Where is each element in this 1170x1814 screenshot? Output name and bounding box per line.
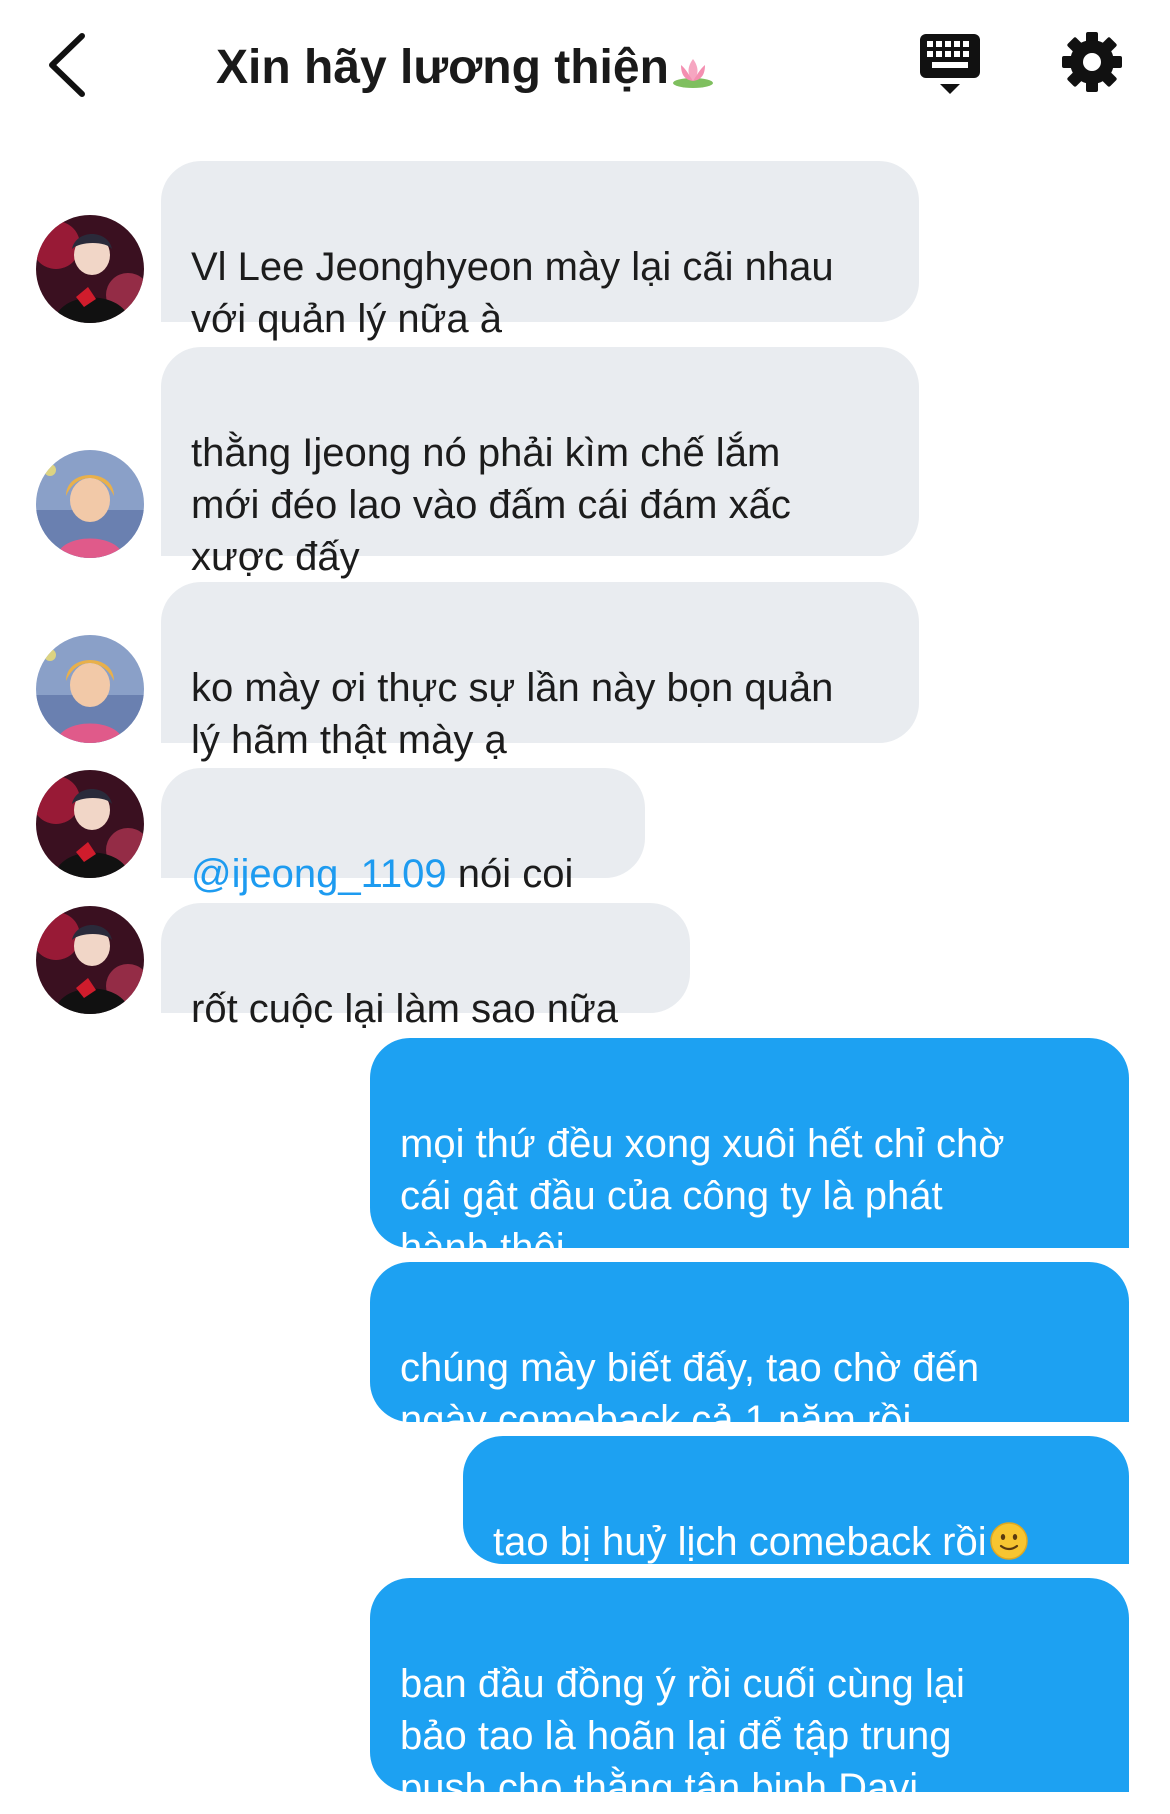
avatar-blonde-image — [36, 635, 144, 743]
chat-header: Xin hãy lương thiện — [0, 0, 1170, 130]
chevron-left-icon — [49, 33, 85, 97]
message-bubble[interactable]: chúng mày biết đấy, tao chờ đến ngày com… — [370, 1262, 1129, 1442]
avatar[interactable] — [36, 215, 144, 323]
message-bubble[interactable]: ko mày ơi thực sự lần này bọn quản lý hã… — [161, 582, 919, 762]
lotus-icon — [671, 44, 715, 104]
avatar-red-jacket-image — [36, 906, 144, 1014]
message-bubble[interactable]: tao bị huỷ lịch comeback rồi — [463, 1436, 1129, 1564]
message-bubble[interactable]: @ijeong_1109 nói coi — [161, 768, 645, 896]
message-text: ko mày ơi thực sự lần này bọn quản lý hã… — [191, 666, 834, 762]
message-text: ban đầu đồng ý rồi cuối cùng lại bảo tao… — [400, 1662, 965, 1810]
slight-smile-icon — [989, 1521, 1029, 1574]
avatar[interactable] — [36, 450, 144, 558]
message-text: thằng Ijeong nó phải kìm chế lắm mới đéo… — [191, 431, 791, 579]
message-bubble[interactable]: Vl Lee Jeonghyeon mày lại cãi nhau với q… — [161, 161, 919, 341]
message-bubble[interactable]: ban đầu đồng ý rồi cuối cùng lại bảo tao… — [370, 1578, 1129, 1810]
message-text: tao bị huỷ lịch comeback rồi — [493, 1520, 987, 1564]
message-text: mọi thứ đều xong xuôi hết chỉ chờ cái gậ… — [400, 1122, 1005, 1270]
gear-icon — [1062, 32, 1122, 92]
message-bubble[interactable]: rốt cuộc lại làm sao nữa — [161, 903, 690, 1031]
message-text: Vl Lee Jeonghyeon mày lại cãi nhau với q… — [191, 245, 834, 341]
message-bubble[interactable]: thằng Ijeong nó phải kìm chế lắm mới đéo… — [161, 347, 919, 579]
avatar-red-jacket-image — [36, 770, 144, 878]
avatar-red-jacket-image — [36, 215, 144, 323]
conversation-title[interactable]: Xin hãy lương thiện — [216, 38, 715, 98]
keyboard-icon — [920, 34, 980, 94]
avatar[interactable] — [36, 635, 144, 743]
keyboard-button[interactable] — [918, 30, 982, 96]
back-button[interactable] — [44, 30, 94, 100]
settings-button[interactable] — [1060, 30, 1124, 94]
user-mention-link[interactable]: @ijeong_1109 — [191, 852, 447, 896]
avatar[interactable] — [36, 770, 144, 878]
avatar[interactable] — [36, 906, 144, 1014]
message-bubble[interactable]: mọi thứ đều xong xuôi hết chỉ chờ cái gậ… — [370, 1038, 1129, 1270]
message-text: rốt cuộc lại làm sao nữa — [191, 987, 618, 1031]
message-text: nói coi — [446, 852, 574, 896]
avatar-blonde-image — [36, 450, 144, 558]
message-text: chúng mày biết đấy, tao chờ đến ngày com… — [400, 1346, 980, 1442]
conversation-title-text: Xin hãy lương thiện — [216, 41, 669, 94]
